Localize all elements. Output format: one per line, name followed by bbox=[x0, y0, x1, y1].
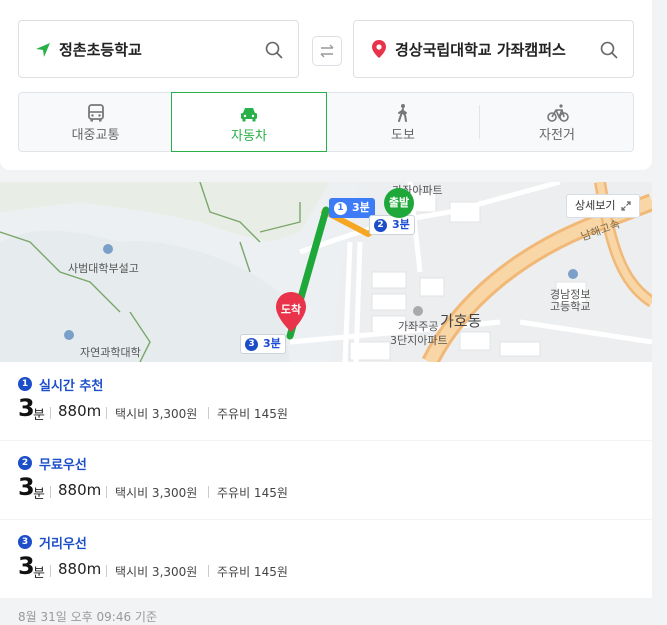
map-detail-button[interactable]: 상세보기 bbox=[566, 194, 640, 218]
route-name: 거리우선 bbox=[39, 537, 87, 552]
tab-label: 대중교통 bbox=[71, 128, 120, 143]
tab-car[interactable]: 자동차 bbox=[171, 92, 327, 152]
origin-label: 정촌초등학교 bbox=[59, 41, 142, 59]
walk-icon bbox=[398, 104, 407, 122]
badge-time: 3분 bbox=[263, 337, 281, 350]
route-item-1[interactable]: 1 실시간 추천 3 분 880m 택시비 3,300원 주유비 145원 bbox=[0, 362, 652, 440]
badge-time: 3분 bbox=[392, 218, 410, 231]
separator bbox=[106, 407, 107, 419]
search-icon[interactable] bbox=[264, 40, 284, 60]
origin-field[interactable]: 정촌초등학교 bbox=[18, 20, 299, 78]
separator bbox=[208, 407, 209, 419]
badge-time: 3분 bbox=[352, 201, 370, 214]
route-time-unit: 분 bbox=[33, 566, 45, 581]
detail-button-label: 상세보기 bbox=[575, 199, 616, 212]
separator bbox=[106, 486, 107, 498]
swap-icon bbox=[320, 44, 334, 58]
destination-label: 경상국립대학교 가좌캠퍼스 bbox=[395, 41, 566, 59]
bus-icon bbox=[87, 104, 104, 122]
end-label: 도착 bbox=[280, 303, 302, 316]
route-item-3[interactable]: 3 거리우선 3 분 880m 택시비 3,300원 주유비 145원 bbox=[0, 520, 652, 598]
map-district-label: 가호동 bbox=[440, 312, 482, 330]
route-number: 1 bbox=[18, 377, 32, 391]
tab-transit[interactable]: 대중교통 bbox=[19, 92, 172, 152]
tab-bike[interactable]: 자전거 bbox=[480, 92, 634, 152]
separator bbox=[50, 486, 51, 498]
search-panel: 정촌초등학교 경상국립대학교 가좌캠퍼스 대중교통 자동차 도보 자전거 bbox=[0, 0, 652, 170]
separator bbox=[106, 565, 107, 577]
tab-label: 자전거 bbox=[539, 128, 575, 143]
route-distance: 880m bbox=[58, 560, 102, 578]
badge-number: 2 bbox=[374, 219, 387, 232]
map-place-label: 자연과학대학 bbox=[80, 346, 141, 359]
start-marker[interactable]: 출발 bbox=[384, 188, 414, 218]
route-distance: 880m bbox=[58, 481, 102, 499]
expand-icon bbox=[621, 201, 631, 211]
map-place-label: 3단지아파트 bbox=[390, 334, 448, 347]
separator bbox=[208, 565, 209, 577]
end-marker[interactable]: 도착 bbox=[276, 292, 306, 332]
separator bbox=[208, 486, 209, 498]
route-name: 실시간 추천 bbox=[39, 379, 104, 394]
route-fuel-cost: 주유비 145원 bbox=[217, 486, 288, 500]
route-taxi-fare: 택시비 3,300원 bbox=[115, 565, 198, 579]
route-time-unit: 분 bbox=[33, 408, 45, 423]
route-number: 3 bbox=[18, 535, 32, 549]
route-name: 무료우선 bbox=[39, 458, 87, 473]
separator bbox=[50, 407, 51, 419]
mode-tabs: 대중교통 자동차 도보 자전거 bbox=[18, 92, 634, 152]
route-item-2[interactable]: 2 무료우선 3 분 880m 택시비 3,300원 주유비 145원 bbox=[0, 441, 652, 519]
badge-number: 1 bbox=[334, 202, 347, 215]
location-arrow-icon bbox=[36, 43, 50, 57]
tab-label: 자동차 bbox=[231, 129, 267, 144]
map-pin-icon bbox=[372, 40, 386, 58]
route-fuel-cost: 주유비 145원 bbox=[217, 407, 288, 421]
route-distance: 880m bbox=[58, 402, 102, 420]
search-icon[interactable] bbox=[599, 40, 619, 60]
tab-walk[interactable]: 도보 bbox=[327, 92, 479, 152]
swap-button[interactable] bbox=[312, 36, 342, 66]
start-label: 출발 bbox=[388, 196, 410, 209]
route-time-unit: 분 bbox=[33, 487, 45, 502]
route-taxi-fare: 택시비 3,300원 bbox=[115, 486, 198, 500]
route-number: 2 bbox=[18, 456, 32, 470]
route-badge-3[interactable]: 3 3분 bbox=[240, 334, 286, 354]
route-taxi-fare: 택시비 3,300원 bbox=[115, 407, 198, 421]
route-badge-1[interactable]: 1 3분 bbox=[329, 198, 375, 218]
route-map[interactable]: 사범대학부설고 자연과학대학 경남정보 고등학교 가호동 가좌주공 3단지아파트… bbox=[0, 182, 652, 362]
route-fuel-cost: 주유비 145원 bbox=[217, 565, 288, 579]
tab-label: 도보 bbox=[391, 128, 415, 143]
badge-number: 3 bbox=[245, 338, 258, 351]
car-icon bbox=[241, 108, 257, 122]
bike-icon bbox=[547, 104, 569, 122]
route-badge-2[interactable]: 2 3분 bbox=[369, 215, 415, 235]
route-list: 1 실시간 추천 3 분 880m 택시비 3,300원 주유비 145원 2 … bbox=[0, 362, 652, 622]
map-place-label: 고등학교 bbox=[550, 300, 591, 313]
map-place-label: 사범대학부설고 bbox=[68, 262, 139, 275]
destination-field[interactable]: 경상국립대학교 가좌캠퍼스 bbox=[353, 20, 634, 78]
separator bbox=[50, 565, 51, 577]
